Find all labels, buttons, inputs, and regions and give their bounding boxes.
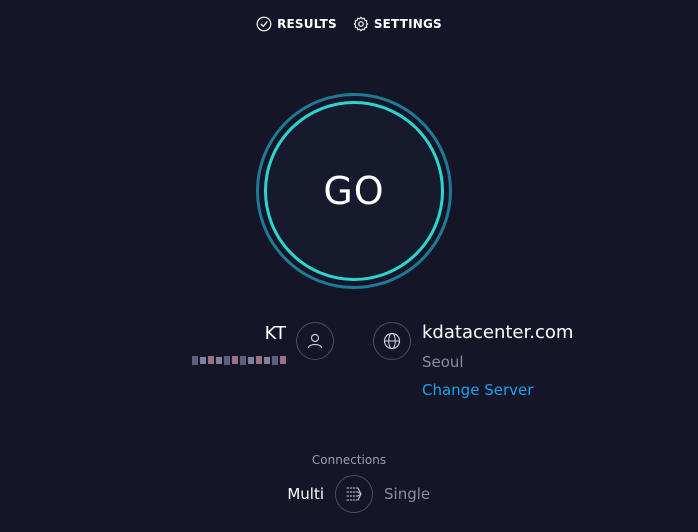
server-name: kdatacenter.com <box>422 322 574 343</box>
globe-icon <box>383 332 401 350</box>
go-button[interactable]: GO <box>264 101 444 281</box>
user-icon-container <box>296 322 334 360</box>
change-server-link[interactable]: Change Server <box>422 381 533 399</box>
results-label: RESULTS <box>277 17 337 31</box>
connections-single-option[interactable]: Single <box>384 485 430 503</box>
results-link[interactable]: RESULTS <box>256 14 337 34</box>
settings-label: SETTINGS <box>373 17 442 31</box>
go-label: GO <box>323 169 385 213</box>
connections-icon <box>346 487 362 501</box>
speedtest-page: RESULTS SETTINGS GO KT kdatacenter.com S… <box>0 0 698 532</box>
top-nav: RESULTS SETTINGS <box>0 14 698 34</box>
go-button-wrapper: GO <box>256 93 452 289</box>
isp-ip-redacted <box>192 354 288 366</box>
connections-title: Connections <box>311 453 387 467</box>
check-circle-icon <box>256 16 272 32</box>
server-city: Seoul <box>422 353 464 371</box>
gear-icon <box>353 16 369 32</box>
server-icon-button[interactable] <box>373 322 411 360</box>
connections-toggle[interactable] <box>335 475 373 513</box>
user-icon <box>307 333 323 349</box>
isp-name: KT <box>264 323 286 344</box>
connections-multi-option[interactable]: Multi <box>287 485 324 503</box>
settings-link[interactable]: SETTINGS <box>353 14 442 34</box>
